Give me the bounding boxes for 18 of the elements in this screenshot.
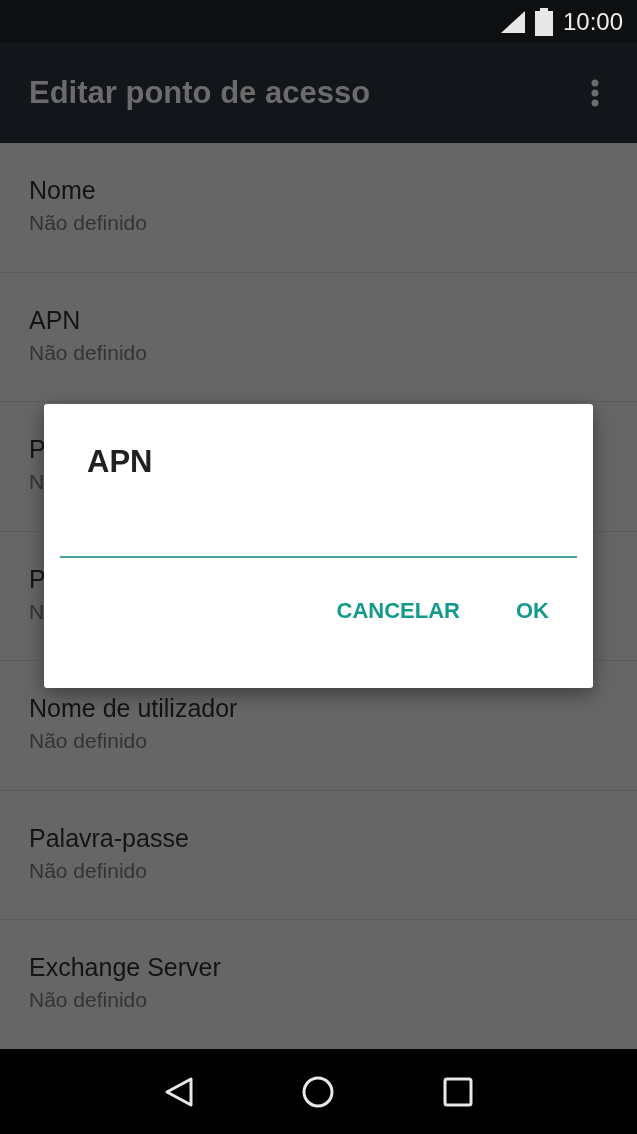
clock-time: 10:00 <box>562 7 623 36</box>
setting-title: P <box>29 564 46 594</box>
dialog-title: APN <box>87 444 153 480</box>
setting-title: Palavra-passe <box>29 823 189 853</box>
setting-title: P <box>29 435 46 464</box>
signal-icon <box>500 10 525 33</box>
battery-icon <box>534 7 553 36</box>
home-icon[interactable] <box>302 1075 335 1108</box>
setting-title: APN <box>29 305 81 335</box>
more-options-icon[interactable] <box>591 79 599 107</box>
dialog-button[interactable]: CANCELAR <box>320 588 476 634</box>
screen-title: Editar ponto de acesso <box>29 75 371 111</box>
dialog-button[interactable]: OK <box>500 588 565 634</box>
recents-icon[interactable] <box>442 1076 473 1107</box>
setting-title: Nome <box>29 176 96 205</box>
back-icon[interactable] <box>164 1075 195 1108</box>
setting-title: Nome de utilizador <box>29 694 238 723</box>
setting-title: Exchange Server <box>29 953 221 982</box>
